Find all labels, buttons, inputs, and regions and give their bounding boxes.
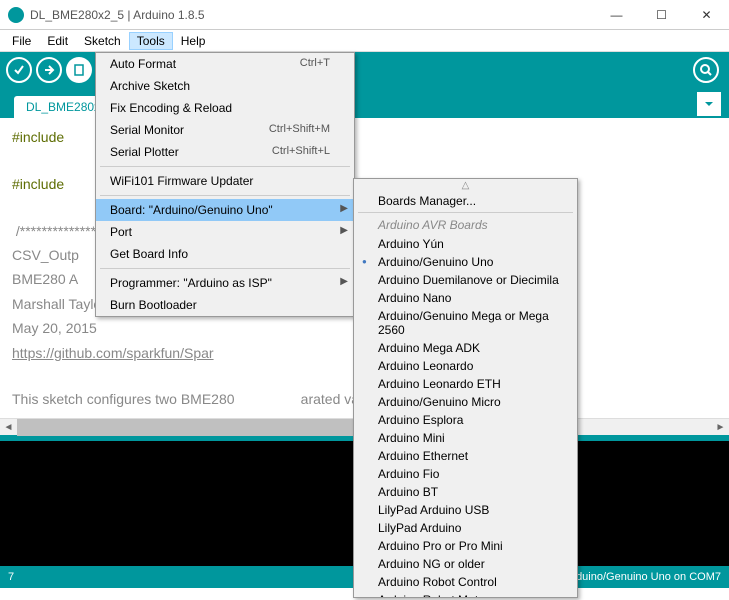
menu-shortcut: Ctrl+Shift+L (272, 145, 330, 159)
board-item[interactable]: Arduino Mega ADK (354, 339, 577, 357)
tools-menu-item[interactable]: Archive Sketch (96, 75, 354, 97)
boards-submenu: △Boards Manager...Arduino AVR BoardsArdu… (353, 178, 578, 598)
tools-menu-item[interactable]: Serial Monitor Ctrl+Shift+M (96, 119, 354, 141)
menu-separator (100, 195, 350, 196)
board-item[interactable]: Arduino Leonardo (354, 357, 577, 375)
code-text: This sketch configures two BME280 arated… (12, 391, 385, 407)
code-text: BME280 A (12, 271, 78, 287)
menu-item-label: Serial Monitor (110, 123, 184, 137)
scroll-right-icon[interactable]: ► (712, 419, 729, 436)
board-item[interactable]: Arduino Leonardo ETH (354, 375, 577, 393)
window-title: DL_BME280x2_5 | Arduino 1.8.5 (30, 8, 594, 22)
tools-menu-item[interactable]: WiFi101 Firmware Updater (96, 170, 354, 192)
board-item[interactable]: Arduino Robot Control (354, 573, 577, 591)
tools-menu-item[interactable]: Board: "Arduino/Genuino Uno" ▶ (96, 199, 354, 221)
tools-menu-item[interactable]: Auto Format Ctrl+T (96, 53, 354, 75)
board-item[interactable]: Arduino BT (354, 483, 577, 501)
serial-monitor-button[interactable] (693, 57, 719, 83)
menu-separator (100, 166, 350, 167)
status-board-port: Arduino/Genuino Uno on COM7 (565, 571, 721, 583)
menu-tools[interactable]: Tools (129, 32, 173, 50)
submenu-arrow-icon: ▶ (340, 203, 348, 214)
menu-file[interactable]: File (4, 32, 39, 50)
board-item[interactable]: Arduino Nano (354, 289, 577, 307)
code-text: #include (12, 129, 64, 145)
menu-item-label: Fix Encoding & Reload (110, 101, 232, 115)
scroll-up-icon[interactable]: △ (354, 179, 577, 192)
menu-separator (358, 212, 573, 213)
tools-menu-item[interactable]: Fix Encoding & Reload (96, 97, 354, 119)
board-item[interactable]: Arduino Duemilanove or Diecimila (354, 271, 577, 289)
maximize-button[interactable]: ☐ (639, 0, 684, 30)
menu-item-label: Auto Format (110, 57, 176, 71)
minimize-button[interactable]: — (594, 0, 639, 30)
window-titlebar: DL_BME280x2_5 | Arduino 1.8.5 — ☐ ✕ (0, 0, 729, 30)
close-button[interactable]: ✕ (684, 0, 729, 30)
arduino-app-icon (8, 7, 24, 23)
board-item[interactable]: Arduino/Genuino Uno (354, 253, 577, 271)
board-item[interactable]: Arduino Fio (354, 465, 577, 483)
board-item[interactable]: Arduino/Genuino Mega or Mega 2560 (354, 307, 577, 339)
submenu-arrow-icon: ▶ (340, 225, 348, 236)
board-item[interactable]: Arduino Esplora (354, 411, 577, 429)
menu-shortcut: Ctrl+Shift+M (269, 123, 330, 137)
menu-help[interactable]: Help (173, 32, 214, 50)
menubar: File Edit Sketch Tools Help (0, 30, 729, 52)
code-text: May 20, 2015 (12, 320, 97, 336)
board-item[interactable]: LilyPad Arduino (354, 519, 577, 537)
menu-item-label: Serial Plotter (110, 145, 179, 159)
window-controls: — ☐ ✕ (594, 0, 729, 30)
tools-menu-item[interactable]: Serial Plotter Ctrl+Shift+L (96, 141, 354, 163)
menu-separator (100, 268, 350, 269)
tools-menu-item[interactable]: Burn Bootloader (96, 294, 354, 316)
menu-item-label: Programmer: "Arduino as ISP" (110, 276, 272, 290)
tools-dropdown: Auto Format Ctrl+T Archive Sketch Fix Encod… (95, 52, 355, 317)
menu-item-label: Port (110, 225, 132, 239)
board-item[interactable]: Arduino Robot Motor (354, 591, 577, 598)
tools-menu-item[interactable]: Port ▶ (96, 221, 354, 243)
boards-manager-item[interactable]: Boards Manager... (354, 192, 577, 210)
verify-button[interactable] (6, 57, 32, 83)
upload-button[interactable] (36, 57, 62, 83)
code-text: CSV_Outp (12, 247, 79, 263)
tab-menu-button[interactable] (697, 92, 721, 116)
submenu-arrow-icon: ▶ (340, 276, 348, 287)
menu-item-label: Get Board Info (110, 247, 188, 261)
boards-category-header: Arduino AVR Boards (354, 215, 577, 235)
board-item[interactable]: Arduino Ethernet (354, 447, 577, 465)
menu-edit[interactable]: Edit (39, 32, 76, 50)
tools-menu-item[interactable]: Get Board Info (96, 243, 354, 265)
menu-item-label: Board: "Arduino/Genuino Uno" (110, 203, 273, 217)
board-item[interactable]: Arduino NG or older (354, 555, 577, 573)
menu-item-label: WiFi101 Firmware Updater (110, 174, 253, 188)
board-item[interactable]: LilyPad Arduino USB (354, 501, 577, 519)
menu-item-label: Burn Bootloader (110, 298, 197, 312)
new-button[interactable] (66, 57, 92, 83)
scroll-left-icon[interactable]: ◄ (0, 419, 17, 436)
menu-sketch[interactable]: Sketch (76, 32, 129, 50)
board-item[interactable]: Arduino Mini (354, 429, 577, 447)
code-text: #include (12, 176, 64, 192)
board-item[interactable]: Arduino/Genuino Micro (354, 393, 577, 411)
menu-item-label: Archive Sketch (110, 79, 190, 93)
menu-shortcut: Ctrl+T (300, 57, 330, 71)
tools-menu-item[interactable]: Programmer: "Arduino as ISP" ▶ (96, 272, 354, 294)
code-link: https://github.com/sparkfun/Spar (12, 345, 214, 361)
board-item[interactable]: Arduino Pro or Pro Mini (354, 537, 577, 555)
board-item[interactable]: Arduino Yún (354, 235, 577, 253)
status-line-number: 7 (8, 571, 14, 583)
